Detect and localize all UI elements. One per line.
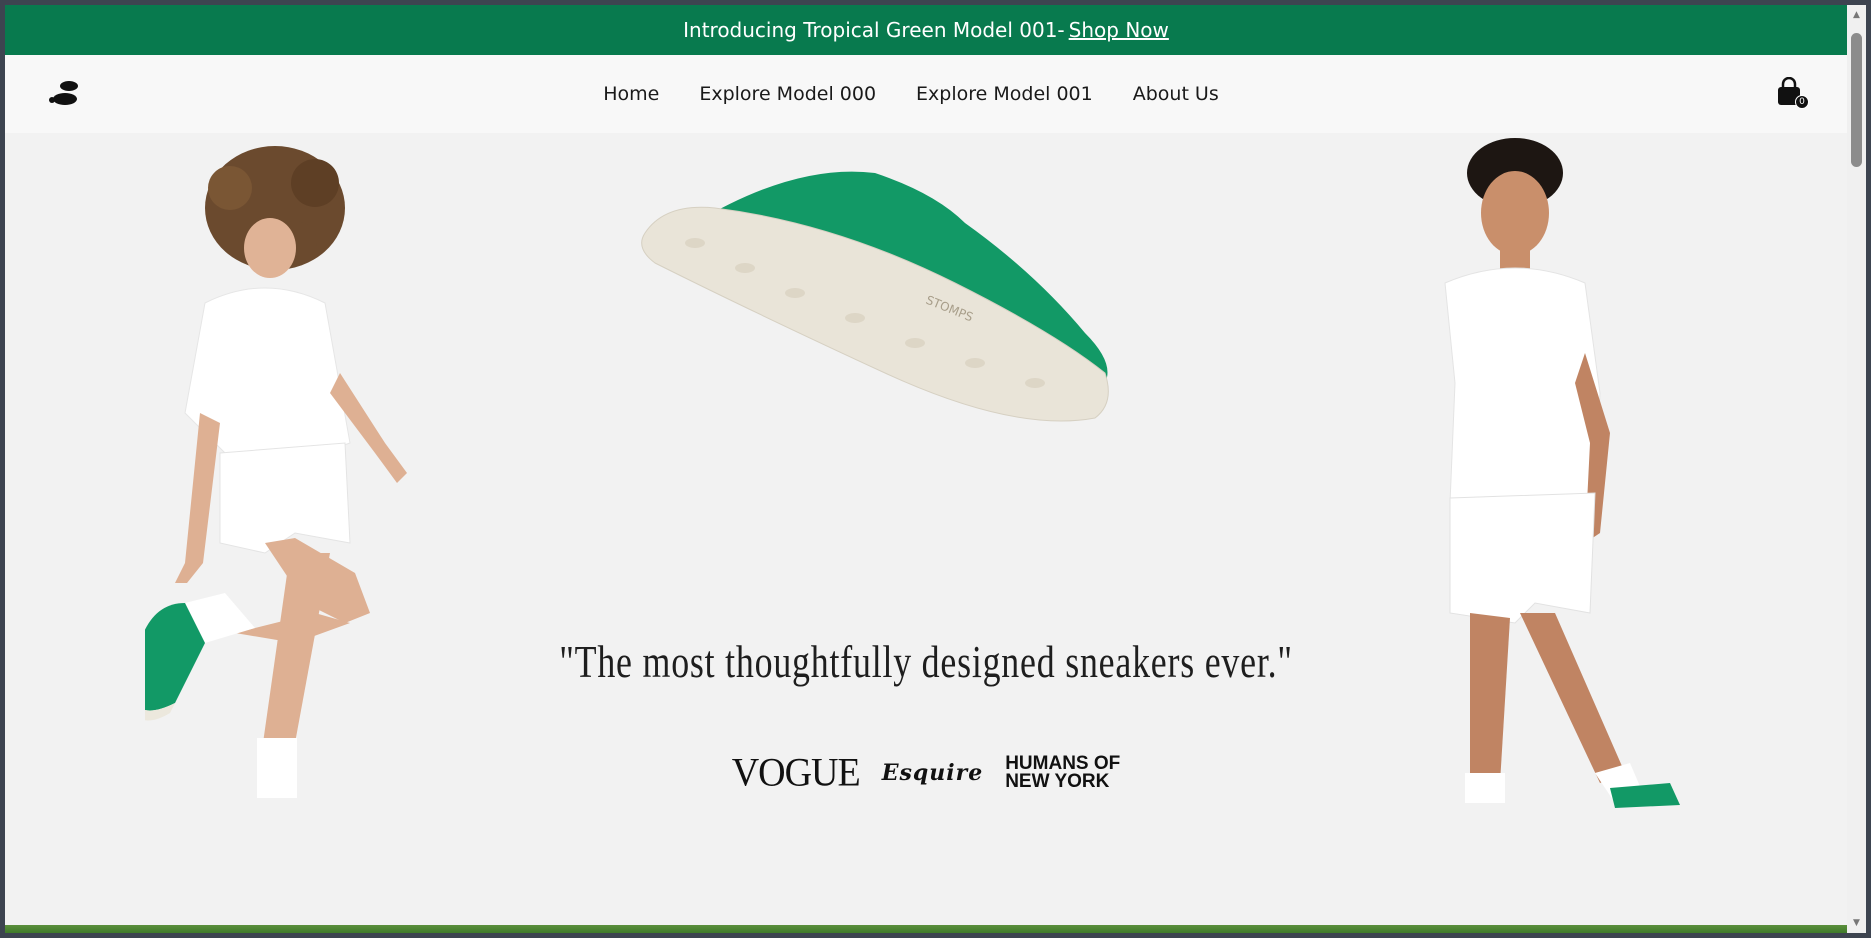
hero-section: STOMPS "The most thoughtfully designed s…	[5, 133, 1847, 933]
cart-count-badge: 0	[1795, 95, 1809, 109]
shop-now-link[interactable]: Shop Now	[1069, 18, 1169, 42]
hony-line-2: NEW YORK	[1005, 771, 1110, 792]
hero-quote: "The most thoughtfully designed sneakers…	[559, 636, 1293, 687]
nav-explore-model-000[interactable]: Explore Model 000	[699, 83, 876, 105]
grass-strip	[5, 925, 1847, 933]
press-logos: VOGUE Esquire HUMANS OF NEW YORK	[5, 751, 1847, 795]
announcement-text: Introducing Tropical Green Model 001-	[683, 18, 1065, 42]
announcement-bar: Introducing Tropical Green Model 001- Sh…	[5, 5, 1847, 55]
vogue-logo: VOGUE	[731, 750, 861, 796]
scroll-up-arrow-icon[interactable]: ▲	[1847, 7, 1866, 23]
browser-viewport: Introducing Tropical Green Model 001- Sh…	[5, 5, 1847, 933]
cart-button[interactable]: 0	[1775, 76, 1809, 111]
nav-about-us[interactable]: About Us	[1133, 83, 1219, 105]
man-model-image	[1444, 138, 1680, 808]
scroll-down-arrow-icon[interactable]: ▼	[1847, 915, 1866, 931]
scrollbar-thumb[interactable]	[1851, 33, 1862, 167]
woman-model-image	[145, 146, 407, 798]
nav-explore-model-001[interactable]: Explore Model 001	[916, 83, 1093, 105]
esquire-logo: Esquire	[881, 760, 984, 786]
green-sneaker-image: STOMPS	[641, 171, 1109, 422]
humans-of-new-york-logo: HUMANS OF NEW YORK	[1005, 754, 1120, 792]
nav-home[interactable]: Home	[603, 83, 659, 105]
main-nav: Home Explore Model 000 Explore Model 001…	[5, 55, 1847, 133]
vertical-scrollbar[interactable]: ▲ ▼	[1847, 5, 1866, 933]
site-header: Home Explore Model 000 Explore Model 001…	[5, 55, 1847, 133]
